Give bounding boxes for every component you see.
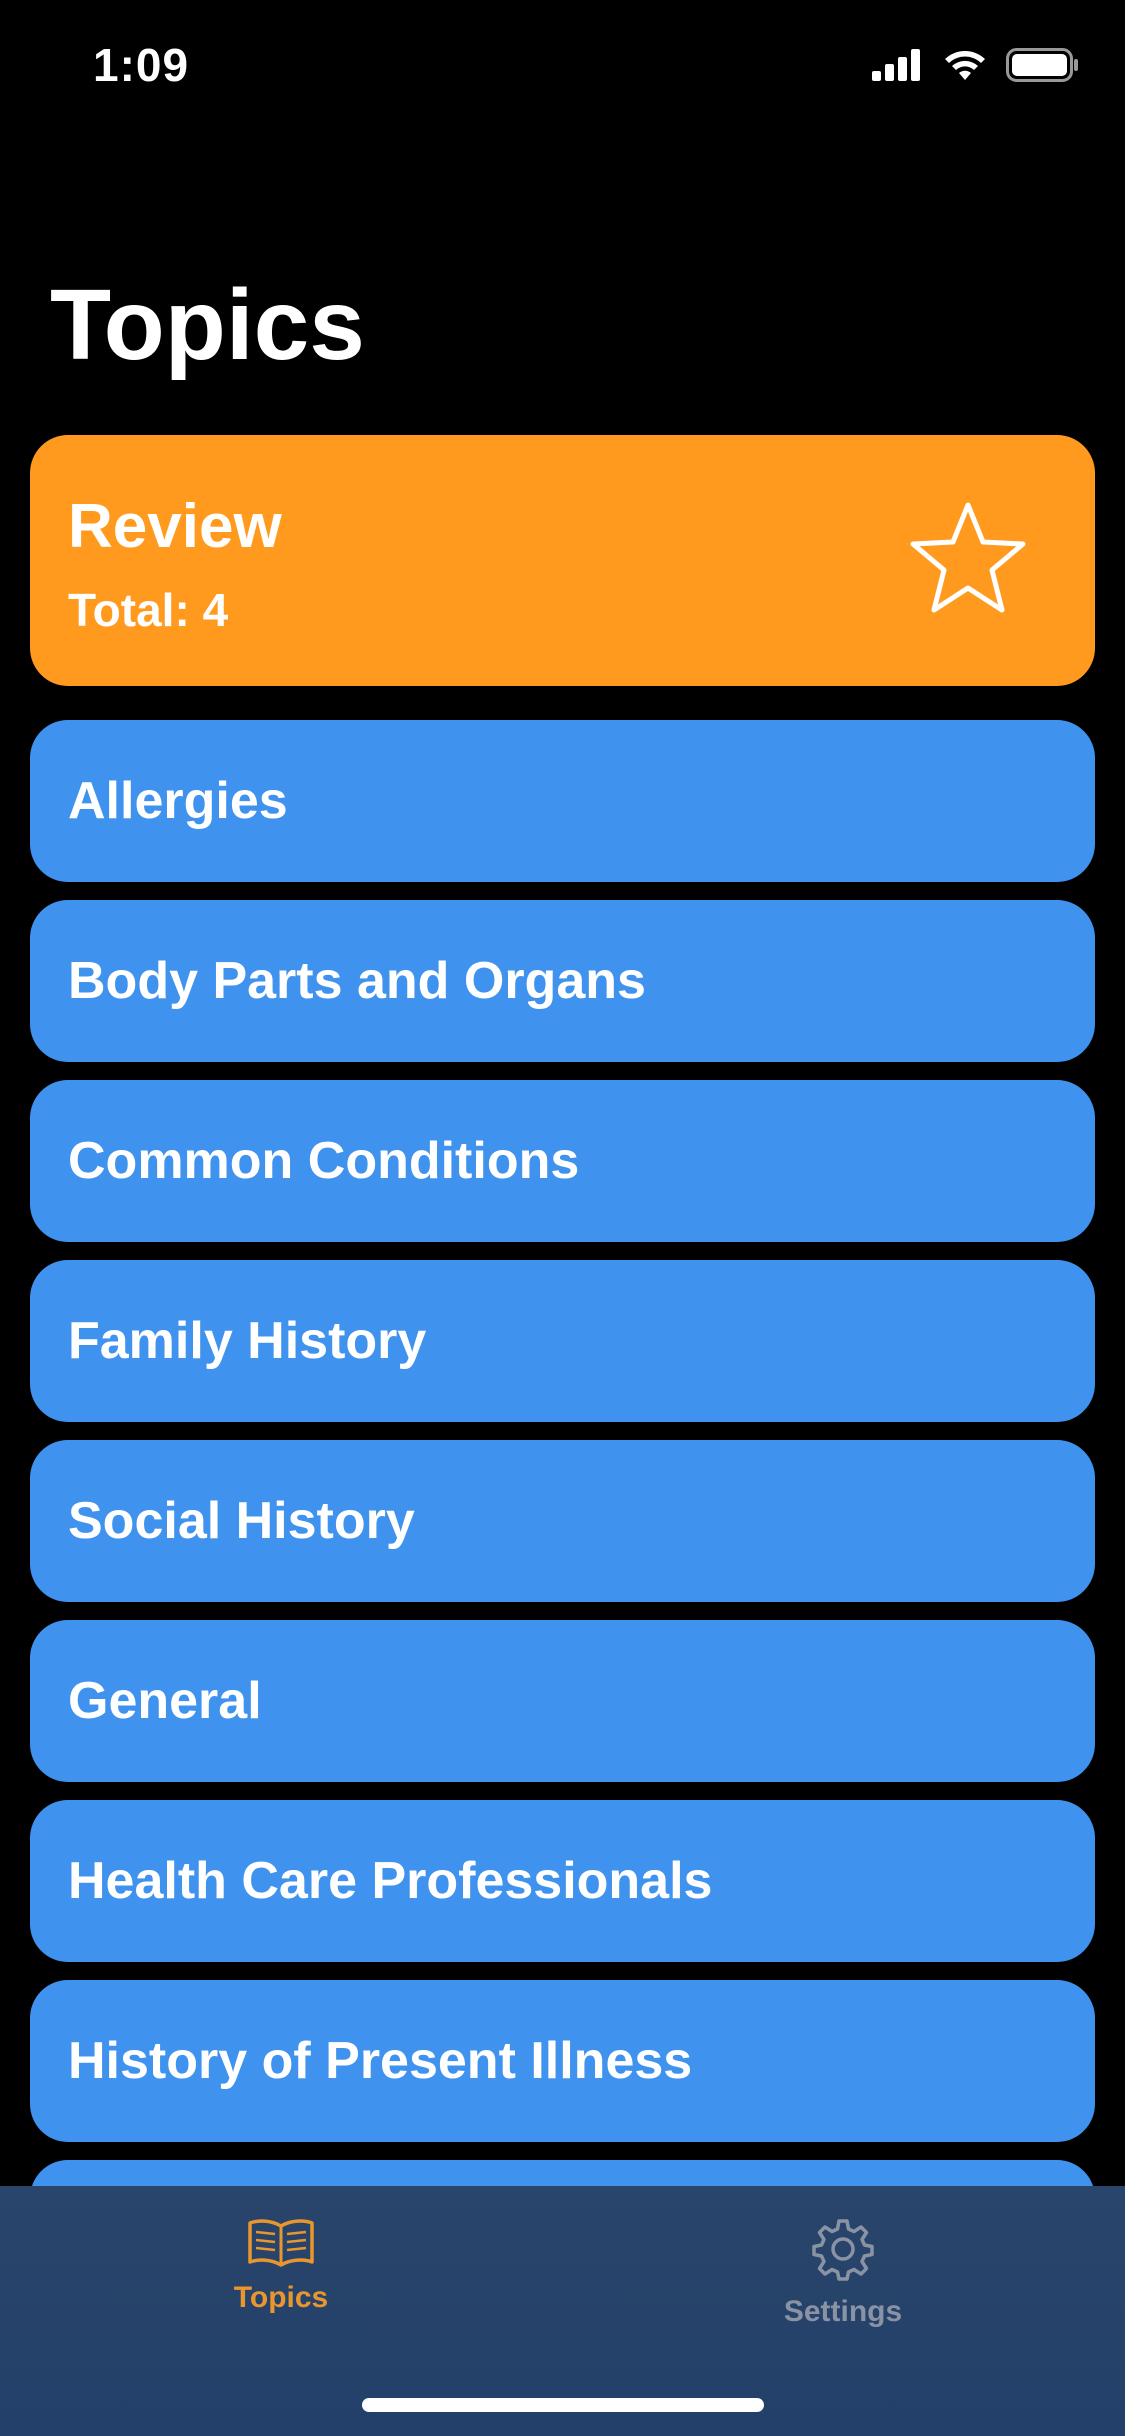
topic-item-body-parts[interactable]: Body Parts and Organs bbox=[30, 900, 1095, 1062]
tab-topics-label: Topics bbox=[233, 2281, 329, 2314]
topic-item-common-conditions[interactable]: Common Conditions bbox=[30, 1080, 1095, 1242]
status-icons bbox=[872, 48, 1080, 82]
tab-topics[interactable]: Topics bbox=[181, 2216, 381, 2315]
cellular-signal-icon bbox=[872, 49, 920, 81]
battery-icon bbox=[1006, 48, 1078, 82]
gear-icon bbox=[812, 2219, 874, 2281]
status-bar: 1:09 bbox=[0, 0, 1125, 140]
star-icon bbox=[910, 502, 1026, 613]
topic-label: Common Conditions bbox=[68, 1132, 580, 1190]
topic-item-family-history[interactable]: Family History bbox=[30, 1260, 1095, 1422]
topic-item-social-history[interactable]: Social History bbox=[30, 1440, 1095, 1602]
topic-label: Body Parts and Organs bbox=[68, 952, 646, 1010]
tab-settings-label: Settings bbox=[783, 2295, 903, 2328]
review-total: Total: 4 bbox=[68, 584, 229, 636]
topic-label: History of Present Illness bbox=[68, 2032, 693, 2090]
wifi-icon bbox=[945, 51, 985, 80]
topic-label: Social History bbox=[68, 1492, 415, 1550]
topic-item-general[interactable]: General bbox=[30, 1620, 1095, 1782]
topic-item-allergies[interactable]: Allergies bbox=[30, 720, 1095, 882]
topic-label: Family History bbox=[68, 1312, 427, 1370]
topic-item-history-present-illness[interactable]: History of Present Illness bbox=[30, 1980, 1095, 2142]
page-title: Topics bbox=[50, 269, 365, 381]
topic-label: Health Care Professionals bbox=[68, 1852, 713, 1910]
topic-label: Allergies bbox=[68, 772, 288, 830]
review-title: Review bbox=[68, 492, 282, 561]
book-icon bbox=[248, 2219, 314, 2267]
topic-label: General bbox=[68, 1672, 262, 1730]
status-time: 1:09 bbox=[93, 39, 190, 91]
home-indicator bbox=[362, 2398, 764, 2412]
topics-list: Review Total: 4 Allergies Body Parts and… bbox=[30, 435, 1095, 2340]
tab-bar: Topics Settings bbox=[0, 2186, 1125, 2436]
review-card[interactable]: Review Total: 4 bbox=[30, 435, 1095, 686]
tab-settings[interactable]: Settings bbox=[743, 2216, 943, 2329]
topic-item-health-care-professionals[interactable]: Health Care Professionals bbox=[30, 1800, 1095, 1962]
